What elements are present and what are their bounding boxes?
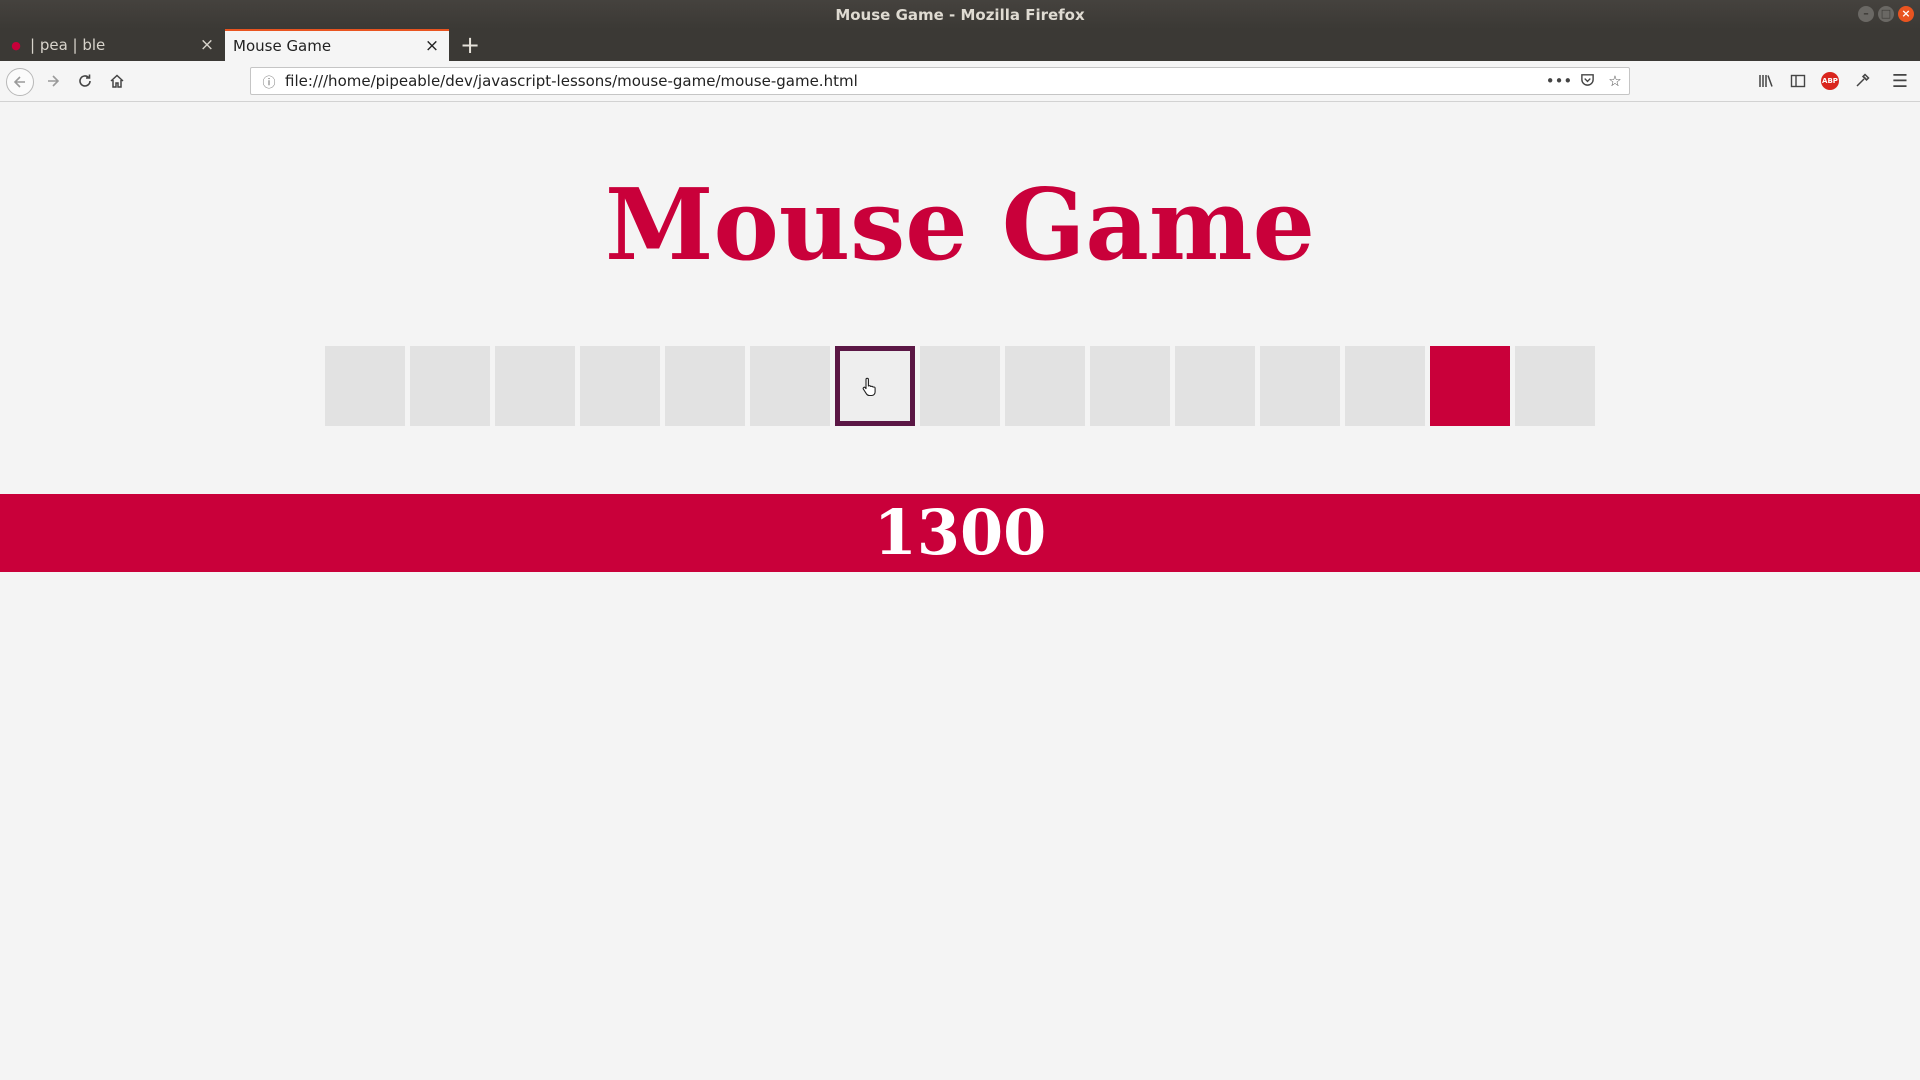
hand-pointer-icon [862, 377, 876, 397]
close-window-icon[interactable]: × [1898, 6, 1914, 22]
game-cell[interactable] [580, 346, 660, 426]
url-text[interactable]: file:///home/pipeable/dev/javascript-les… [281, 72, 1545, 90]
library-icon[interactable] [1753, 68, 1779, 94]
home-button[interactable] [104, 68, 130, 94]
navigation-toolbar: ⓘ file:///home/pipeable/dev/javascript-l… [0, 61, 1920, 102]
game-cell[interactable] [1090, 346, 1170, 426]
tab-strip: ● | pea | ble × Mouse Game × + [0, 29, 1920, 61]
game-cell-hovered[interactable] [835, 346, 915, 426]
game-cell[interactable] [495, 346, 575, 426]
minimize-icon[interactable]: – [1858, 6, 1874, 22]
star-icon[interactable]: ☆ [1601, 72, 1629, 90]
pocket-icon[interactable] [1573, 72, 1601, 91]
sidebar-icon[interactable] [1785, 68, 1811, 94]
window-controls: – □ × [1858, 6, 1914, 22]
tab-label: | pea | ble [30, 36, 106, 54]
game-cell[interactable] [410, 346, 490, 426]
arrow-left-icon [13, 76, 25, 88]
back-button[interactable] [6, 68, 34, 96]
arrow-right-icon [48, 75, 60, 87]
more-icon[interactable]: ••• [1545, 72, 1573, 90]
game-cell[interactable] [1260, 346, 1340, 426]
maximize-icon[interactable]: □ [1878, 6, 1894, 22]
game-cell[interactable] [1515, 346, 1595, 426]
adblock-badge: ABP [1821, 72, 1839, 90]
reload-button[interactable] [72, 68, 98, 94]
info-icon[interactable]: ⓘ [257, 72, 281, 91]
page-content: Mouse Game 1300 [0, 102, 1920, 1080]
home-icon [110, 74, 124, 88]
tab-close-icon[interactable]: × [421, 36, 443, 56]
hamburger-menu-icon[interactable]: ☰ [1887, 68, 1913, 94]
site-favicon-icon: ● [11, 38, 21, 52]
game-cell[interactable] [665, 346, 745, 426]
game-title: Mouse Game [605, 168, 1315, 283]
game-cell[interactable] [1345, 346, 1425, 426]
adblock-icon[interactable]: ABP [1817, 68, 1843, 94]
tab-pea-ble[interactable]: ● | pea | ble × [0, 29, 224, 61]
game-cell[interactable] [1175, 346, 1255, 426]
game-cell-target[interactable] [1430, 346, 1510, 426]
window-titlebar: Mouse Game - Mozilla Firefox – □ × [0, 0, 1920, 29]
tab-close-icon[interactable]: × [196, 35, 218, 55]
score-value: 1300 [873, 496, 1047, 569]
window-title: Mouse Game - Mozilla Firefox [835, 5, 1085, 24]
game-cell[interactable] [325, 346, 405, 426]
eyedropper-icon[interactable] [1849, 68, 1875, 94]
game-board [325, 346, 1595, 426]
score-bar: 1300 [0, 494, 1920, 572]
game-cell[interactable] [1005, 346, 1085, 426]
new-tab-button[interactable]: + [455, 29, 485, 61]
game-cell[interactable] [750, 346, 830, 426]
address-bar[interactable]: ⓘ file:///home/pipeable/dev/javascript-l… [250, 67, 1630, 95]
forward-button[interactable] [40, 68, 66, 94]
reload-icon [79, 74, 91, 87]
game-cell[interactable] [920, 346, 1000, 426]
tab-label: Mouse Game [233, 37, 332, 55]
tab-mouse-game[interactable]: Mouse Game × [225, 29, 449, 61]
